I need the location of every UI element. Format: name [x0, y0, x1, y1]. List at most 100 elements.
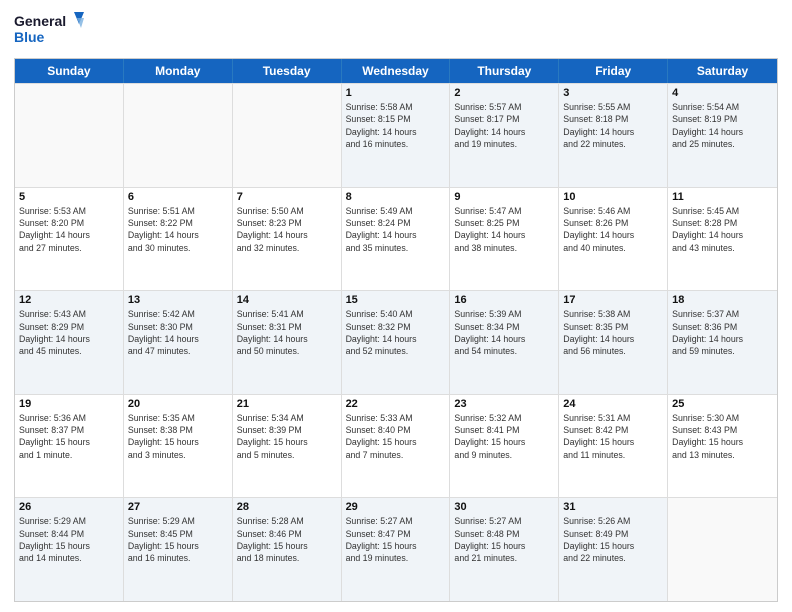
weekday-header-saturday: Saturday: [668, 59, 777, 83]
day-number: 28: [237, 501, 337, 513]
day-cell-26: 26Sunrise: 5:29 AM Sunset: 8:44 PM Dayli…: [15, 498, 124, 601]
cell-info: Sunrise: 5:27 AM Sunset: 8:47 PM Dayligh…: [346, 515, 446, 564]
cell-info: Sunrise: 5:27 AM Sunset: 8:48 PM Dayligh…: [454, 515, 554, 564]
day-cell-24: 24 Sunrise: 5:31 AM Sunset: 8:42 PM Dayli…: [559, 395, 668, 498]
day-number: 5: [19, 191, 119, 203]
day-cell-27: 27 Sunrise: 5:29 AM Sunset: 8:45 PM Dayli…: [124, 498, 233, 601]
cell-info: Sunrise: 5:45 AM Sunset: 8:28 PM Dayligh…: [672, 205, 773, 254]
day-number: 21: [237, 398, 337, 410]
cell-info: Sunrise: 5:55 AM Sunset: 8:18 PM Dayligh…: [563, 101, 663, 150]
day-cell-18: 18Sunrise: 5:37 AM Sunset: 8:36 PM Dayli…: [668, 291, 777, 394]
day-cell-5: 5 Sunrise: 5:53 AM Sunset: 8:20 PM Daylig…: [15, 188, 124, 291]
cell-info: Sunrise: 5:29 AM Sunset: 8:45 PM Dayligh…: [128, 515, 228, 564]
day-cell-12: 12 Sunrise: 5:43 AM Sunset: 8:29 PM Dayli…: [15, 291, 124, 394]
cell-info: Sunrise: 5:42 AM Sunset: 8:30 PM Dayligh…: [128, 308, 228, 357]
cell-info: Sunrise: 5:26 AM Sunset: 8:49 PM Dayligh…: [563, 515, 663, 564]
day-number: 30: [454, 501, 554, 513]
cell-info: Sunrise: 5:28 AM Sunset: 8:46 PM Dayligh…: [237, 515, 337, 564]
day-cell-19: 19 Sunrise: 5:36 AM Sunset: 8:37 PM Dayli…: [15, 395, 124, 498]
day-number: 13: [128, 294, 228, 306]
day-number: 31: [563, 501, 663, 513]
calendar-row-1: 1Sunrise: 5:58 AM Sunset: 8:15 PM Daylig…: [15, 83, 777, 187]
cell-info: Sunrise: 5:54 AM Sunset: 8:19 PM Dayligh…: [672, 101, 773, 150]
calendar: SundayMondayTuesdayWednesdayThursdayFrid…: [14, 58, 778, 602]
empty-cell: [668, 498, 777, 601]
day-number: 23: [454, 398, 554, 410]
day-cell-25: 25Sunrise: 5:30 AM Sunset: 8:43 PM Dayli…: [668, 395, 777, 498]
cell-info: Sunrise: 5:46 AM Sunset: 8:26 PM Dayligh…: [563, 205, 663, 254]
calendar-body: 1Sunrise: 5:58 AM Sunset: 8:15 PM Daylig…: [15, 83, 777, 601]
day-cell-3: 3 Sunrise: 5:55 AM Sunset: 8:18 PM Daylig…: [559, 84, 668, 187]
empty-cell: [124, 84, 233, 187]
day-number: 9: [454, 191, 554, 203]
day-cell-13: 13 Sunrise: 5:42 AM Sunset: 8:30 PM Dayli…: [124, 291, 233, 394]
day-cell-20: 20 Sunrise: 5:35 AM Sunset: 8:38 PM Dayli…: [124, 395, 233, 498]
day-cell-15: 15 Sunrise: 5:40 AM Sunset: 8:32 PM Dayli…: [342, 291, 451, 394]
calendar-row-4: 19 Sunrise: 5:36 AM Sunset: 8:37 PM Dayli…: [15, 394, 777, 498]
day-cell-4: 4 Sunrise: 5:54 AM Sunset: 8:19 PM Daylig…: [668, 84, 777, 187]
cell-info: Sunrise: 5:50 AM Sunset: 8:23 PM Dayligh…: [237, 205, 337, 254]
weekday-header-wednesday: Wednesday: [342, 59, 451, 83]
header: General Blue: [14, 10, 778, 52]
weekday-header-friday: Friday: [559, 59, 668, 83]
svg-text:General: General: [14, 13, 66, 29]
day-number: 17: [563, 294, 663, 306]
day-cell-17: 17 Sunrise: 5:38 AM Sunset: 8:35 PM Dayli…: [559, 291, 668, 394]
day-number: 19: [19, 398, 119, 410]
cell-info: Sunrise: 5:34 AM Sunset: 8:39 PM Dayligh…: [237, 412, 337, 461]
day-number: 15: [346, 294, 446, 306]
day-number: 11: [672, 191, 773, 203]
day-cell-16: 16 Sunrise: 5:39 AM Sunset: 8:34 PM Dayli…: [450, 291, 559, 394]
weekday-header-thursday: Thursday: [450, 59, 559, 83]
calendar-row-3: 12 Sunrise: 5:43 AM Sunset: 8:29 PM Dayli…: [15, 290, 777, 394]
day-cell-28: 28 Sunrise: 5:28 AM Sunset: 8:46 PM Dayli…: [233, 498, 342, 601]
empty-cell: [15, 84, 124, 187]
cell-info: Sunrise: 5:57 AM Sunset: 8:17 PM Dayligh…: [454, 101, 554, 150]
cell-info: Sunrise: 5:40 AM Sunset: 8:32 PM Dayligh…: [346, 308, 446, 357]
cell-info: Sunrise: 5:53 AM Sunset: 8:20 PM Dayligh…: [19, 205, 119, 254]
day-cell-29: 29 Sunrise: 5:27 AM Sunset: 8:47 PM Dayli…: [342, 498, 451, 601]
day-number: 16: [454, 294, 554, 306]
weekday-header-sunday: Sunday: [15, 59, 124, 83]
cell-info: Sunrise: 5:41 AM Sunset: 8:31 PM Dayligh…: [237, 308, 337, 357]
day-number: 4: [672, 87, 773, 99]
day-number: 7: [237, 191, 337, 203]
day-number: 6: [128, 191, 228, 203]
day-cell-22: 22Sunrise: 5:33 AM Sunset: 8:40 PM Dayli…: [342, 395, 451, 498]
calendar-row-2: 5 Sunrise: 5:53 AM Sunset: 8:20 PM Daylig…: [15, 187, 777, 291]
day-number: 12: [19, 294, 119, 306]
day-number: 3: [563, 87, 663, 99]
page: General Blue SundayMondayTuesdayWednesda…: [0, 0, 792, 612]
day-number: 24: [563, 398, 663, 410]
cell-info: Sunrise: 5:35 AM Sunset: 8:38 PM Dayligh…: [128, 412, 228, 461]
calendar-header: SundayMondayTuesdayWednesdayThursdayFrid…: [15, 59, 777, 83]
day-cell-23: 23 Sunrise: 5:32 AM Sunset: 8:41 PM Dayli…: [450, 395, 559, 498]
cell-info: Sunrise: 5:51 AM Sunset: 8:22 PM Dayligh…: [128, 205, 228, 254]
cell-info: Sunrise: 5:49 AM Sunset: 8:24 PM Dayligh…: [346, 205, 446, 254]
day-cell-21: 21 Sunrise: 5:34 AM Sunset: 8:39 PM Dayli…: [233, 395, 342, 498]
day-cell-8: 8 Sunrise: 5:49 AM Sunset: 8:24 PM Daylig…: [342, 188, 451, 291]
day-number: 14: [237, 294, 337, 306]
cell-info: Sunrise: 5:32 AM Sunset: 8:41 PM Dayligh…: [454, 412, 554, 461]
day-number: 8: [346, 191, 446, 203]
cell-info: Sunrise: 5:36 AM Sunset: 8:37 PM Dayligh…: [19, 412, 119, 461]
day-number: 2: [454, 87, 554, 99]
day-cell-30: 30 Sunrise: 5:27 AM Sunset: 8:48 PM Dayli…: [450, 498, 559, 601]
cell-info: Sunrise: 5:47 AM Sunset: 8:25 PM Dayligh…: [454, 205, 554, 254]
day-cell-6: 6 Sunrise: 5:51 AM Sunset: 8:22 PM Daylig…: [124, 188, 233, 291]
cell-info: Sunrise: 5:39 AM Sunset: 8:34 PM Dayligh…: [454, 308, 554, 357]
day-cell-2: 2 Sunrise: 5:57 AM Sunset: 8:17 PM Daylig…: [450, 84, 559, 187]
day-number: 29: [346, 501, 446, 513]
cell-info: Sunrise: 5:38 AM Sunset: 8:35 PM Dayligh…: [563, 308, 663, 357]
cell-info: Sunrise: 5:37 AM Sunset: 8:36 PM Dayligh…: [672, 308, 773, 357]
day-number: 27: [128, 501, 228, 513]
calendar-row-5: 26Sunrise: 5:29 AM Sunset: 8:44 PM Dayli…: [15, 497, 777, 601]
day-number: 10: [563, 191, 663, 203]
day-cell-9: 9 Sunrise: 5:47 AM Sunset: 8:25 PM Daylig…: [450, 188, 559, 291]
cell-info: Sunrise: 5:29 AM Sunset: 8:44 PM Dayligh…: [19, 515, 119, 564]
day-number: 20: [128, 398, 228, 410]
weekday-header-monday: Monday: [124, 59, 233, 83]
cell-info: Sunrise: 5:31 AM Sunset: 8:42 PM Dayligh…: [563, 412, 663, 461]
cell-info: Sunrise: 5:43 AM Sunset: 8:29 PM Dayligh…: [19, 308, 119, 357]
day-cell-10: 10 Sunrise: 5:46 AM Sunset: 8:26 PM Dayli…: [559, 188, 668, 291]
